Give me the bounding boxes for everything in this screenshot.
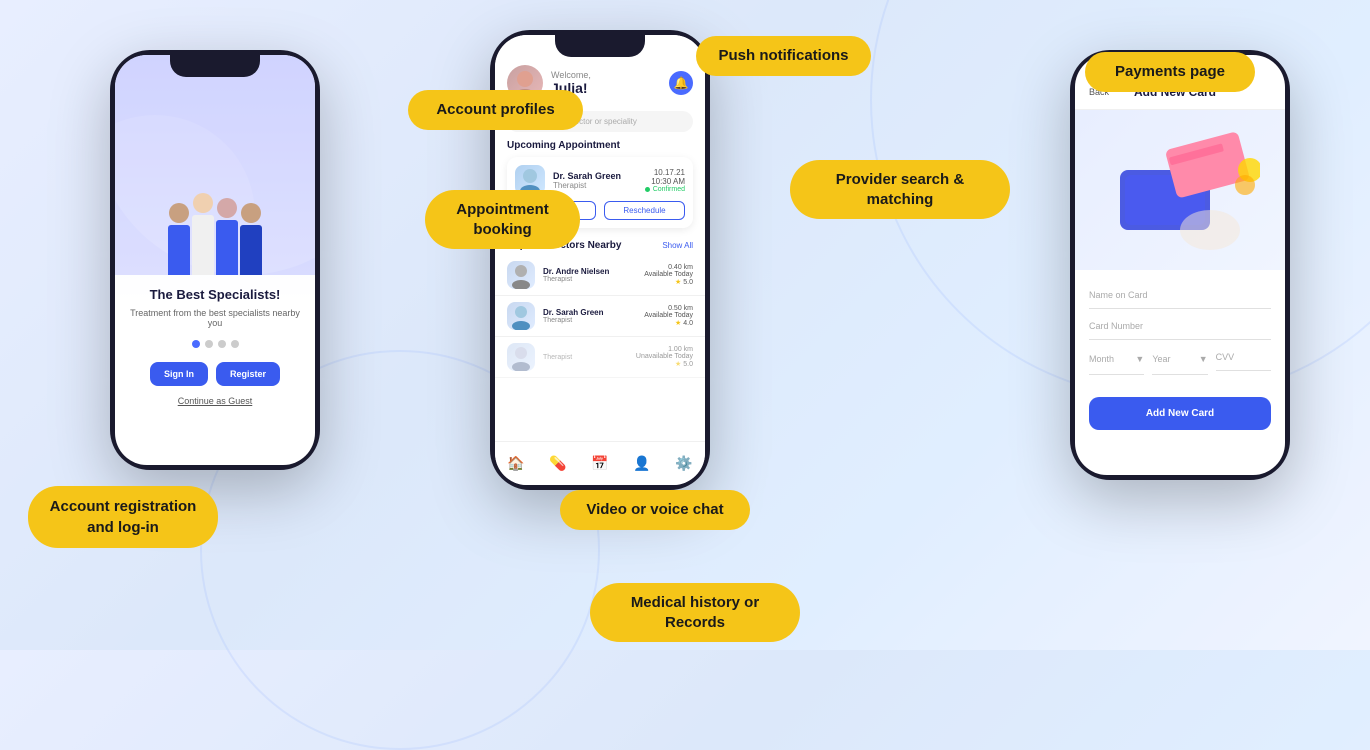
doctor-2-rating: ★ 4.0	[644, 319, 693, 327]
doctor-1-distance: 0.40 km	[644, 264, 693, 271]
year-chevron: ▼	[1199, 354, 1208, 364]
doctors-illustration	[168, 193, 262, 275]
doctor-3-rating: ★ 5.0	[636, 360, 693, 368]
doctor-figure-1	[168, 203, 190, 275]
doctor-1-meta: 0.40 km Available Today ★ 5.0	[644, 264, 693, 286]
doctor-3-meta: 1.00 km Unavailable Today ★ 5.0	[636, 346, 693, 368]
doctor-3-specialty: Therapist	[543, 354, 628, 361]
doctor-figure-2	[192, 193, 214, 275]
phone1-description: Treatment from the best specialists near…	[127, 308, 303, 328]
payments-page-label: Payments page	[1085, 52, 1255, 92]
wallet-illustration	[1100, 120, 1260, 260]
appointment-doc-specialty: Therapist	[553, 181, 621, 190]
nav-profile[interactable]: 👤	[633, 455, 650, 472]
month-label: Month	[1089, 354, 1114, 364]
phone1-actions: Sign In Register	[127, 362, 303, 386]
phone1-hero	[115, 55, 315, 275]
doctor-list-item-1[interactable]: Dr. Andre Nielsen Therapist 0.40 km Avai…	[495, 255, 705, 296]
bell-icon: 🔔	[674, 76, 689, 90]
video-voice-chat-label: Video or voice chat	[560, 490, 750, 530]
doctor-3-distance: 1.00 km	[636, 346, 693, 353]
register-button[interactable]: Register	[216, 362, 280, 386]
doctor-1-availability: Available Today	[644, 271, 693, 278]
signin-button[interactable]: Sign In	[150, 362, 208, 386]
doctor-list-item-3[interactable]: Therapist 1.00 km Unavailable Today ★ 5.…	[495, 337, 705, 378]
nav-calendar[interactable]: 📅	[591, 455, 608, 472]
card-illustration	[1075, 110, 1285, 270]
doctor-1-avatar	[507, 261, 535, 289]
card-number-field[interactable]: Card Number	[1089, 313, 1271, 340]
account-profiles-label: Account profiles	[408, 90, 583, 130]
payment-form: Name on Card Card Number Month ▼ Year ▼ …	[1075, 270, 1285, 387]
doctor-3-info: Therapist	[543, 354, 628, 361]
doctor-2-availability: Available Today	[644, 312, 693, 319]
month-select[interactable]: Month ▼	[1089, 344, 1144, 375]
doctor-3-avatar	[507, 343, 535, 371]
doctor-2-name: Dr. Sarah Green	[543, 308, 636, 317]
phone2-notch	[555, 35, 645, 57]
appointment-doc-info: Dr. Sarah Green Therapist	[553, 171, 621, 190]
push-notifications-label: Push notifications	[696, 36, 871, 76]
doctor-1-specialty: Therapist	[543, 276, 636, 283]
doctor-2-specialty: Therapist	[543, 317, 636, 324]
add-new-card-button[interactable]: Add New Card	[1089, 397, 1271, 430]
nav-settings[interactable]: ⚙️	[675, 455, 692, 472]
status-dot	[645, 187, 650, 192]
account-registration-label: Account registration and log-in	[28, 486, 218, 548]
doctor-2-avatar	[507, 302, 535, 330]
doctor-1-rating: ★ 5.0	[644, 278, 693, 286]
doctor-figure-3	[216, 198, 238, 275]
guest-link[interactable]: Continue as Guest	[127, 396, 303, 406]
nav-briefcase[interactable]: 💊	[549, 455, 566, 472]
doctor-1-name: Dr. Andre Nielsen	[543, 267, 636, 276]
phone1-notch	[170, 55, 260, 77]
upcoming-section-title: Upcoming Appointment	[495, 140, 705, 157]
phone1-screen: The Best Specialists! Treatment from the…	[115, 55, 315, 465]
doctor-1-info: Dr. Andre Nielsen Therapist	[543, 267, 636, 283]
appointment-status: Confirmed	[645, 186, 685, 193]
phone1-content: The Best Specialists! Treatment from the…	[115, 275, 315, 418]
expiry-cvv-row: Month ▼ Year ▼ CVV	[1089, 344, 1271, 375]
phone3-screen: Back Add New Card Name on Card	[1075, 55, 1285, 475]
doctor-list-item-2[interactable]: Dr. Sarah Green Therapist 0.50 km Availa…	[495, 296, 705, 337]
doctor-3-availability: Unavailable Today	[636, 353, 693, 360]
provider-search-label: Provider search & matching	[790, 160, 1010, 219]
appointment-doc-name: Dr. Sarah Green	[553, 171, 621, 181]
name-on-card-field[interactable]: Name on Card	[1089, 282, 1271, 309]
appointment-booking-label: Appointment booking	[425, 190, 580, 249]
doctor-figure-4	[240, 203, 262, 275]
dot-2	[205, 340, 213, 348]
doctor-2-meta: 0.50 km Available Today ★ 4.0	[644, 305, 693, 327]
doctor-2-distance: 0.50 km	[644, 305, 693, 312]
notification-bell[interactable]: 🔔	[669, 71, 693, 95]
doctor-2-info: Dr. Sarah Green Therapist	[543, 308, 636, 324]
welcome-text: Welcome,	[551, 70, 591, 80]
phone1-tagline: The Best Specialists!	[127, 287, 303, 302]
reschedule-button[interactable]: Reschedule	[604, 201, 685, 220]
medical-history-label: Medical history or Records	[590, 583, 800, 642]
dot-3	[218, 340, 226, 348]
phone1-frame: The Best Specialists! Treatment from the…	[110, 50, 320, 470]
nav-home[interactable]: 🏠	[507, 455, 524, 472]
dot-1	[192, 340, 200, 348]
appointment-date: 10.17.21	[645, 168, 685, 177]
carousel-dots	[127, 340, 303, 348]
appointment-time-value: 10:30 AM	[645, 177, 685, 186]
cvv-field[interactable]: CVV	[1216, 344, 1271, 371]
phone3-frame: Back Add New Card Name on Card	[1070, 50, 1290, 480]
month-chevron: ▼	[1135, 354, 1144, 364]
bottom-nav: 🏠 💊 📅 👤 ⚙️	[495, 441, 705, 485]
year-label: Year	[1152, 354, 1170, 364]
year-select[interactable]: Year ▼	[1152, 344, 1207, 375]
dot-4	[231, 340, 239, 348]
appointment-time-section: 10.17.21 10:30 AM Confirmed	[645, 168, 685, 193]
show-all-link[interactable]: Show All	[662, 241, 693, 250]
